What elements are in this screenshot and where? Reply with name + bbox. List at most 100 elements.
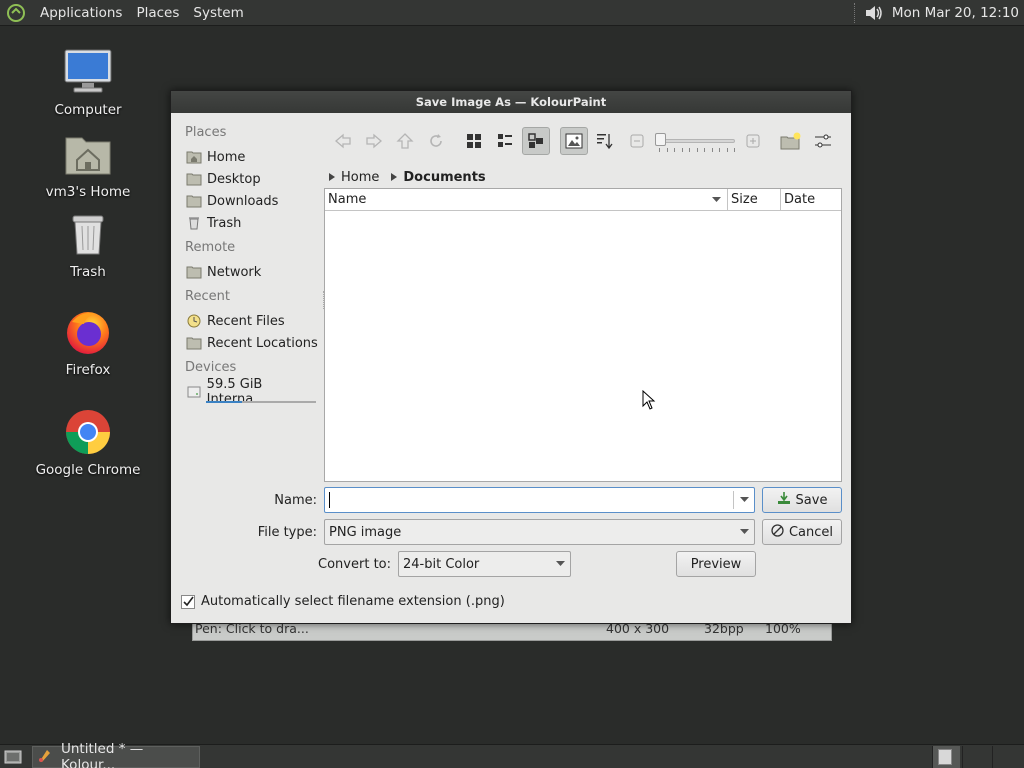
- zoom-slider-handle[interactable]: [655, 133, 666, 146]
- preview-button[interactable]: Preview: [676, 551, 756, 577]
- column-size[interactable]: Size: [728, 189, 781, 210]
- panel-separator: [853, 2, 858, 23]
- taskbar-item-kolourpaint[interactable]: Untitled * — Kolour...: [32, 741, 200, 768]
- sort-button[interactable]: [591, 127, 619, 155]
- chevron-right-icon[interactable]: [389, 173, 399, 181]
- column-name[interactable]: Name: [325, 189, 728, 210]
- back-button[interactable]: [329, 127, 357, 155]
- clock[interactable]: Mon Mar 20, 12:10: [892, 5, 1019, 21]
- folder-icon: [186, 172, 202, 186]
- convert-value: 24-bit Color: [403, 556, 480, 572]
- save-button[interactable]: Save: [762, 487, 842, 513]
- sidebar-item-desktop[interactable]: Desktop: [183, 168, 323, 190]
- desktop-icon-chrome[interactable]: Google Chrome: [28, 406, 148, 478]
- text-caret: [329, 492, 330, 508]
- desktop-icon-trash[interactable]: Trash: [28, 208, 148, 280]
- sidebar-item-recent-files[interactable]: Recent Files: [183, 310, 323, 332]
- taskbar-item-label: Untitled * — Kolour...: [61, 740, 144, 768]
- cancel-button[interactable]: Cancel: [762, 519, 842, 545]
- chevron-down-icon[interactable]: [550, 552, 570, 576]
- zoom-out-icon[interactable]: [623, 127, 651, 155]
- preview-toggle-button[interactable]: [560, 127, 588, 155]
- desktop-icon-label: Firefox: [65, 362, 111, 378]
- drive-icon: [186, 385, 202, 399]
- workspace-1[interactable]: [932, 746, 960, 768]
- detail-view-button[interactable]: [522, 127, 550, 155]
- auto-extension-checkbox[interactable]: Automatically select filename extension …: [181, 594, 505, 609]
- dialog-title[interactable]: Save Image As — KolourPaint: [171, 91, 851, 113]
- chevron-right-icon[interactable]: [327, 173, 337, 181]
- home-folder-icon: [62, 128, 114, 180]
- sidebar-item-label: Desktop: [207, 171, 261, 187]
- reload-button[interactable]: [422, 127, 450, 155]
- file-list-header: Name Size Date: [325, 189, 841, 211]
- compact-view-button[interactable]: [491, 127, 519, 155]
- sidebar-item-label: Network: [207, 264, 262, 280]
- chevron-down-icon[interactable]: [734, 520, 754, 544]
- save-icon: [777, 491, 791, 509]
- convert-label: Convert to:: [318, 557, 391, 572]
- name-label: Name:: [274, 493, 317, 508]
- show-desktop-icon[interactable]: [2, 746, 24, 768]
- breadcrumb: Home Documents: [327, 167, 496, 187]
- icon-view-button[interactable]: [460, 127, 488, 155]
- breadcrumb-home[interactable]: Home: [341, 170, 379, 185]
- column-date[interactable]: Date: [781, 189, 841, 210]
- auto-extension-label: Automatically select filename extension …: [201, 594, 505, 609]
- sidebar-item-label: Trash: [207, 215, 242, 231]
- trash-icon: [186, 216, 202, 230]
- new-folder-button[interactable]: [777, 127, 805, 155]
- workspace-3[interactable]: [992, 746, 1020, 768]
- menu-places[interactable]: Places: [129, 0, 186, 26]
- file-list[interactable]: Name Size Date: [324, 188, 842, 482]
- filetype-label: File type:: [257, 525, 317, 540]
- convert-select[interactable]: 24-bit Color: [398, 551, 571, 577]
- column-size-label: Size: [731, 192, 758, 207]
- home-icon: [186, 150, 202, 164]
- desktop-icon-label: Google Chrome: [35, 462, 141, 478]
- places-section-header: Places: [185, 125, 227, 140]
- preview-button-label: Preview: [690, 556, 742, 572]
- sidebar-item-trash[interactable]: Trash: [183, 212, 323, 234]
- sidebar-item-home[interactable]: Home: [183, 146, 323, 168]
- options-menu-button[interactable]: [809, 127, 837, 155]
- sidebar-item-recent-locations[interactable]: Recent Locations: [183, 332, 323, 354]
- mouse-cursor-icon: [642, 389, 656, 414]
- chrome-icon: [62, 406, 114, 458]
- mate-logo-icon[interactable]: [5, 2, 27, 24]
- computer-icon: [62, 46, 114, 98]
- cancel-button-label: Cancel: [788, 524, 834, 540]
- recent-section-header: Recent: [185, 289, 230, 304]
- checkbox-box[interactable]: [181, 594, 195, 609]
- file-toolbar: [329, 127, 843, 157]
- column-date-label: Date: [784, 192, 816, 207]
- menu-applications[interactable]: Applications: [33, 0, 129, 26]
- sidebar-item-device[interactable]: 59.5 GiB Interna...: [183, 377, 323, 407]
- sidebar-item-label: Recent Locations: [207, 335, 318, 351]
- desktop-icon-computer[interactable]: Computer: [28, 46, 148, 118]
- bottom-taskbar: Untitled * — Kolour...: [0, 741, 1024, 768]
- filetype-select[interactable]: PNG image: [324, 519, 755, 545]
- volume-icon[interactable]: [864, 3, 884, 23]
- zoom-in-icon[interactable]: [739, 127, 767, 155]
- chevron-down-icon[interactable]: [734, 488, 754, 512]
- folder-icon: [186, 336, 202, 350]
- desktop-icon-home[interactable]: vm3's Home: [28, 128, 148, 200]
- desktop-icon-firefox[interactable]: Firefox: [28, 306, 148, 378]
- menu-system[interactable]: System: [186, 0, 250, 26]
- sort-down-icon: [712, 189, 721, 217]
- save-button-label: Save: [795, 492, 828, 508]
- zoom-slider[interactable]: [655, 133, 737, 152]
- breadcrumb-documents[interactable]: Documents: [403, 170, 485, 185]
- workspace-2[interactable]: [962, 746, 990, 768]
- sidebar-item-network[interactable]: Network: [183, 261, 323, 283]
- top-panel: Applications Places System Mon Mar 20, 1…: [0, 0, 1024, 26]
- trash-icon: [62, 208, 114, 260]
- sidebar-item-label: Recent Files: [207, 313, 285, 329]
- filename-input[interactable]: [324, 487, 755, 513]
- device-usage-bar: [206, 401, 316, 403]
- up-button[interactable]: [391, 127, 419, 155]
- sidebar-item-downloads[interactable]: Downloads: [183, 190, 323, 212]
- forward-button[interactable]: [360, 127, 388, 155]
- firefox-icon: [62, 306, 114, 358]
